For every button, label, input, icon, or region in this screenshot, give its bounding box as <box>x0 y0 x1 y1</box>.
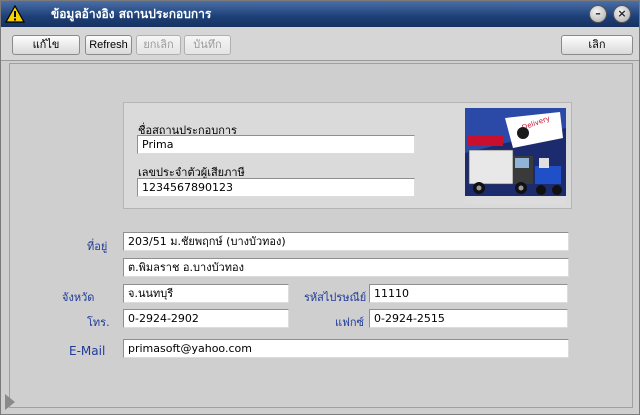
app-window: ข้อมูลอ้างอิง สถานประกอบการ – × แก้ไข Re… <box>0 0 640 415</box>
company-name-field[interactable]: Prima <box>137 135 415 154</box>
window-title: ข้อมูลอ้างอิง สถานประกอบการ <box>51 7 212 21</box>
phone-label: โทร. <box>87 316 110 329</box>
phone-field[interactable]: 0-2924-2902 <box>123 309 289 328</box>
save-button[interactable]: บันทึก <box>184 35 231 55</box>
address-line2-field[interactable]: ต.พิมลราช อ.บางบัวทอง <box>123 258 569 277</box>
province-label: จังหวัด <box>62 291 95 304</box>
minimize-button[interactable]: – <box>589 5 607 23</box>
postal-code-field[interactable]: 11110 <box>369 284 568 303</box>
fax-field[interactable]: 0-2924-2515 <box>369 309 568 328</box>
edit-button[interactable]: แก้ไข <box>12 35 80 55</box>
title-bar[interactable]: ข้อมูลอ้างอิง สถานประกอบการ – × <box>1 1 639 27</box>
email-label: E-Mail <box>69 344 106 358</box>
email-field[interactable]: primasoft@yahoo.com <box>123 339 569 358</box>
address-label: ที่อยู่ <box>87 240 108 253</box>
cancel-button[interactable]: ยกเลิก <box>136 35 181 55</box>
exit-button[interactable]: เลิก <box>561 35 633 55</box>
tax-id-field[interactable]: 1234567890123 <box>137 178 415 197</box>
refresh-button[interactable]: Refresh <box>85 35 132 55</box>
postal-code-label: รหัสไปรษณีย์ <box>304 291 367 304</box>
fax-label: แฟกซ์ <box>335 316 365 329</box>
province-field[interactable]: จ.นนทบุรี <box>123 284 289 303</box>
company-logo-image: Delivery <box>465 108 566 204</box>
resize-grip-icon[interactable] <box>5 394 15 410</box>
toolbar: แก้ไข Refresh ยกเลิก บันทึก เลิก <box>1 27 639 61</box>
close-button[interactable]: × <box>613 5 631 23</box>
warning-triangle-icon <box>4 4 26 24</box>
address-line1-field[interactable]: 203/51 ม.ชัยพฤกษ์ (บางบัวทอง) <box>123 232 569 251</box>
